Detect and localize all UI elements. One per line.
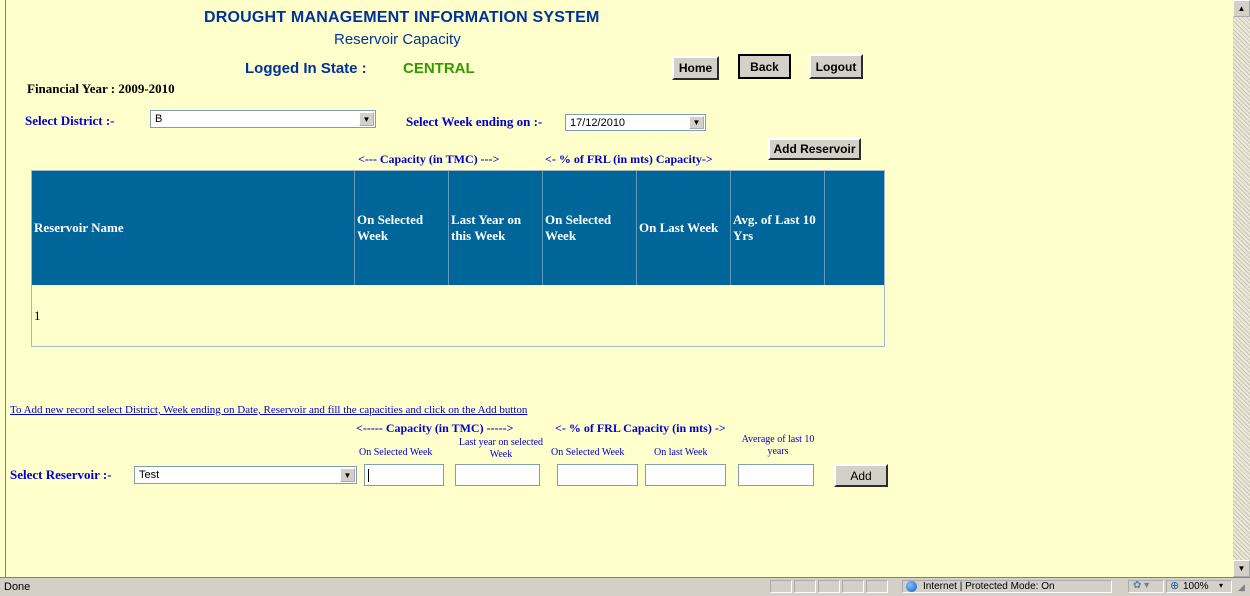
security-icon: ✿ ▾ [1133,580,1150,591]
logged-in-label: Logged In State : [245,60,367,77]
globe-icon [906,581,917,592]
district-label: Select District :- [25,113,115,128]
week-select[interactable]: 17/12/2010 ▼ [565,114,706,131]
vertical-scrollbar[interactable]: ▲ ▼ [1233,0,1250,577]
add-caption-frl: <- % of FRL Capacity (in mts) -> [555,421,726,435]
reservoir-select-value: Test [139,469,160,481]
add-caption-tmc: <----- Capacity (in TMC) -----> [356,421,514,435]
add-button[interactable]: Add [834,464,888,487]
chevron-down-icon[interactable]: ▼ [340,468,355,482]
chevron-down-icon[interactable]: ▼ [689,116,704,129]
status-segment [794,580,816,593]
zoom-icon: ⊕ [1170,580,1180,592]
header-empty [824,171,884,285]
reservoir-table: Reservoir Name On Selected Week Last Yea… [31,170,885,347]
week-label: Select Week ending on :- [406,114,543,129]
col-label-on-selected-week: On Selected Week [359,447,433,458]
status-bar: Done Internet | Protected Mode: On ✿ ▾ ⊕… [0,577,1250,596]
header-avg-last-10-yrs: Avg. of Last 10 Yrs [730,171,824,285]
logged-in-state: CENTRAL [403,60,475,77]
table-header-row: Reservoir Name On Selected Week Last Yea… [32,171,884,285]
status-segment [866,580,888,593]
window-left-border [5,0,6,577]
district-select[interactable]: B ▼ [150,110,376,128]
zoom-level: 100% [1183,581,1209,592]
status-segment [818,580,840,593]
reservoir-select[interactable]: Test ▼ [134,466,357,484]
row-reservoir-name: 1 [34,308,41,323]
header-on-last-week: On Last Week [636,171,730,285]
financial-year: Financial Year : 2009-2010 [27,81,175,96]
week-select-value: 17/12/2010 [570,117,626,129]
resize-grip-icon[interactable]: ◢ [1238,582,1245,593]
on-selected-week-input[interactable] [364,464,444,486]
reservoir-label: Select Reservoir :- [10,467,112,482]
page-subtitle: Reservoir Capacity [334,31,461,48]
frl-on-selected-week-input[interactable] [557,464,638,486]
system-title: DROUGHT MANAGEMENT INFORMATION SYSTEM [204,9,600,26]
header-reservoir-name: Reservoir Name [32,171,354,285]
status-segment [842,580,864,593]
add-reservoir-button[interactable]: Add Reservoir [768,138,861,160]
chevron-down-icon[interactable]: ▼ [359,112,374,126]
header-frl-on-selected-week: On Selected Week [542,171,636,285]
logout-button[interactable]: Logout [809,54,863,79]
lock-settings[interactable]: ✿ ▾ [1128,580,1164,593]
col-label-last-year: Last year on selected Week [458,437,544,460]
capacity-tmc-caption: <--- Capacity (in TMC) ---> [358,152,500,166]
chevron-down-icon: ▾ [1219,581,1224,590]
scroll-track[interactable] [1233,17,1250,560]
scroll-up-icon[interactable]: ▲ [1233,0,1250,17]
frl-on-last-week-input[interactable] [645,464,726,486]
col-label-on-last-week: On last Week [654,447,708,458]
add-instruction-link[interactable]: To Add new record select District, Week … [10,404,527,416]
last-year-input[interactable] [455,464,540,486]
zoom-control[interactable]: ⊕ 100% ▾ [1166,580,1232,593]
frl-average-input[interactable] [738,464,814,486]
col-label-frl-on-selected-week: On Selected Week [551,447,625,458]
text-cursor [368,469,369,482]
district-select-value: B [155,113,163,125]
capacity-frl-caption: <- % of FRL (in mts) Capacity-> [545,152,713,166]
status-text: Done [4,581,31,593]
back-button[interactable]: Back [738,54,791,79]
header-last-year-this-week: Last Year on this Week [448,171,542,285]
home-button[interactable]: Home [672,56,719,80]
table-row: 1 [32,285,884,347]
zone-indicator[interactable]: Internet | Protected Mode: On [902,580,1112,593]
zone-text: Internet | Protected Mode: On [923,581,1055,592]
header-on-selected-week: On Selected Week [354,171,448,285]
scroll-down-icon[interactable]: ▼ [1233,560,1250,577]
col-label-average: Average of last 10 years [741,434,815,457]
status-segment [770,580,792,593]
